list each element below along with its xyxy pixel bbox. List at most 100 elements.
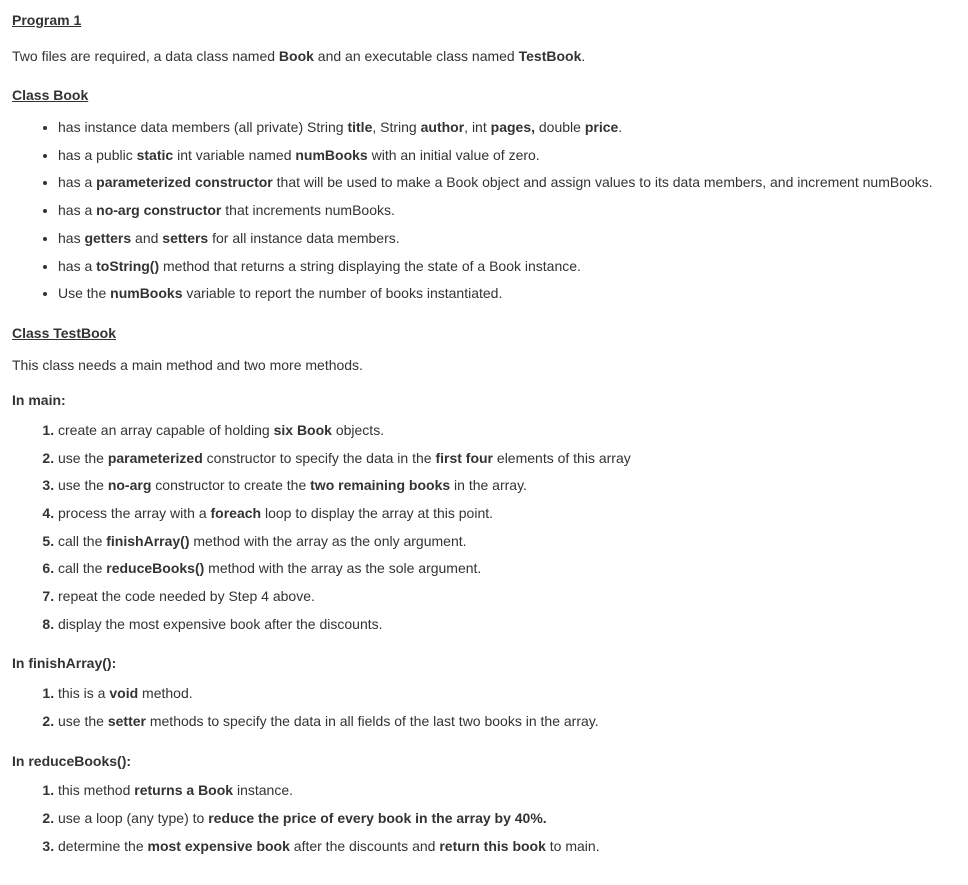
text: Use the — [58, 285, 110, 301]
text: to main. — [546, 838, 600, 854]
list-item: create an array capable of holding six B… — [58, 420, 956, 442]
bold-text: numBooks — [110, 285, 182, 301]
bold-text: six Book — [274, 422, 332, 438]
list-item: has a parameterized constructor that wil… — [58, 172, 956, 194]
text: objects. — [332, 422, 384, 438]
list-item: has instance data members (all private) … — [58, 117, 956, 139]
bold-text: two remaining books — [310, 477, 450, 493]
text: use a loop (any type) to — [58, 810, 208, 826]
list-item: has a public static int variable named n… — [58, 145, 956, 167]
bold-text: parameterized constructor — [96, 174, 273, 190]
bold-text: reduceBooks() — [106, 560, 204, 576]
in-finisharray-label: In finishArray(): — [12, 653, 956, 675]
text: with an initial value of zero. — [368, 147, 540, 163]
list-item: repeat the code needed by Step 4 above. — [58, 586, 956, 608]
text: process the array with a — [58, 505, 211, 521]
bold-text: price — [585, 119, 618, 135]
text: determine the — [58, 838, 148, 854]
text: after the discounts and — [290, 838, 439, 854]
text: in the array. — [450, 477, 527, 493]
list-item: has getters and setters for all instance… — [58, 228, 956, 250]
text: has a — [58, 202, 96, 218]
in-reducebooks-list: this method returns a Book instance. use… — [12, 780, 956, 857]
text: . — [581, 48, 585, 64]
text: call the — [58, 560, 106, 576]
text: call the — [58, 533, 106, 549]
text: has a — [58, 258, 96, 274]
text: method that returns a string displaying … — [159, 258, 581, 274]
bold-text: setter — [108, 713, 146, 729]
text: method with the array as the sole argume… — [204, 560, 481, 576]
text: constructor to specify the data in the — [203, 450, 436, 466]
bold-text: title — [347, 119, 372, 135]
bold-text: parameterized — [108, 450, 203, 466]
text: instance. — [233, 782, 293, 798]
text: that will be used to make a Book object … — [273, 174, 933, 190]
list-item: this method returns a Book instance. — [58, 780, 956, 802]
list-item: Use the numBooks variable to report the … — [58, 283, 956, 305]
text: use the — [58, 477, 108, 493]
bold-text: foreach — [211, 505, 262, 521]
intro-paragraph: Two files are required, a data class nam… — [12, 46, 956, 68]
bold-text: no-arg — [108, 477, 152, 493]
list-item: use a loop (any type) to reduce the pric… — [58, 808, 956, 830]
text: int variable named — [173, 147, 295, 163]
bold-text: TestBook — [519, 48, 582, 64]
text: has instance data members (all private) … — [58, 119, 347, 135]
in-finisharray-list: this is a void method. use the setter me… — [12, 683, 956, 732]
testbook-description: This class needs a main method and two m… — [12, 355, 956, 377]
bold-text: Book — [279, 48, 314, 64]
text: for all instance data members. — [208, 230, 399, 246]
bold-text: getters — [84, 230, 131, 246]
text: , String — [372, 119, 420, 135]
text: and — [131, 230, 162, 246]
program-title: Program 1 — [12, 10, 956, 32]
class-book-list: has instance data members (all private) … — [12, 117, 956, 305]
text: and an executable class named — [314, 48, 519, 64]
text: create an array capable of holding — [58, 422, 274, 438]
list-item: determine the most expensive book after … — [58, 836, 956, 858]
list-item: has a no-arg constructor that increments… — [58, 200, 956, 222]
text: that increments numBooks. — [221, 202, 395, 218]
text: , int — [464, 119, 490, 135]
text: variable to report the number of books i… — [182, 285, 502, 301]
list-item: has a toString() method that returns a s… — [58, 256, 956, 278]
text: elements of this array — [493, 450, 631, 466]
text: . — [618, 119, 622, 135]
bold-text: numBooks — [295, 147, 367, 163]
list-item: process the array with a foreach loop to… — [58, 503, 956, 525]
text: use the — [58, 450, 108, 466]
bold-text: static — [137, 147, 174, 163]
bold-text: most expensive book — [148, 838, 290, 854]
list-item: call the finishArray() method with the a… — [58, 531, 956, 553]
bold-text: pages, — [491, 119, 535, 135]
class-book-heading: Class Book — [12, 85, 956, 107]
text: method with the array as the only argume… — [189, 533, 466, 549]
list-item: this is a void method. — [58, 683, 956, 705]
bold-text: reduce the price of every book in the ar… — [208, 810, 546, 826]
text: loop to display the array at this point. — [261, 505, 493, 521]
text: has a — [58, 174, 96, 190]
bold-text: setters — [162, 230, 208, 246]
text: methods to specify the data in all field… — [146, 713, 599, 729]
list-item: use the no-arg constructor to create the… — [58, 475, 956, 497]
bold-text: finishArray() — [106, 533, 189, 549]
bold-text: first four — [435, 450, 493, 466]
text: this method — [58, 782, 134, 798]
text: constructor to create the — [151, 477, 310, 493]
text: double — [535, 119, 585, 135]
bold-text: author — [421, 119, 465, 135]
list-item: use the parameterized constructor to spe… — [58, 448, 956, 470]
text: repeat the code needed by Step 4 above. — [58, 588, 315, 604]
in-main-list: create an array capable of holding six B… — [12, 420, 956, 636]
class-testbook-heading: Class TestBook — [12, 323, 956, 345]
text: use the — [58, 713, 108, 729]
text: has — [58, 230, 84, 246]
text: Two files are required, a data class nam… — [12, 48, 279, 64]
text: method. — [138, 685, 192, 701]
text: this is a — [58, 685, 109, 701]
bold-text: returns a Book — [134, 782, 233, 798]
bold-text: toString() — [96, 258, 159, 274]
bold-text: no-arg constructor — [96, 202, 221, 218]
text: display the most expensive book after th… — [58, 616, 383, 632]
